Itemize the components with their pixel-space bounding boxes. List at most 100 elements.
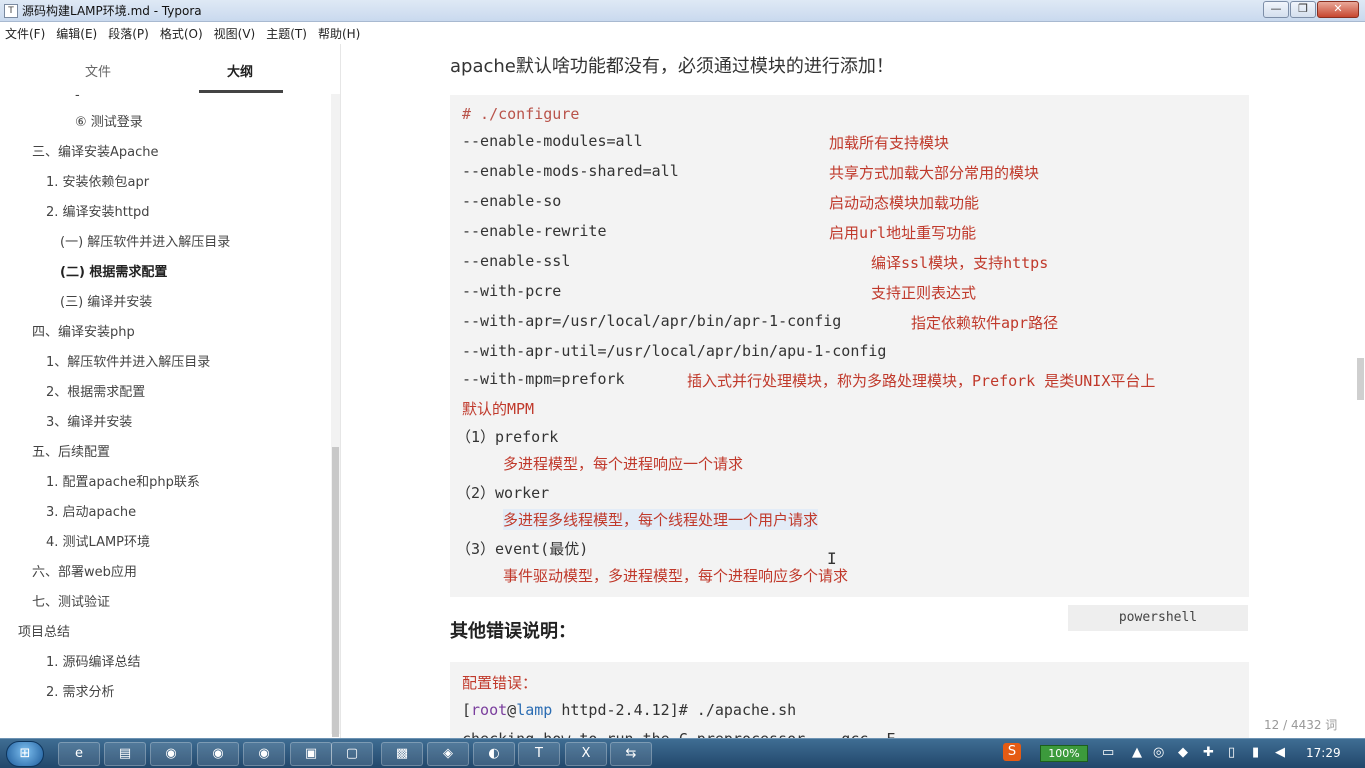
outline-item[interactable]: 3. 启动apache (46, 501, 136, 520)
sidebar: 文件 大纲 - ⑥ 测试登录三、编译安装Apache 1. 安装依赖包apr 2. 编… (0, 44, 399, 738)
code-comment: 启用url地址重写功能 (829, 224, 977, 242)
excel-icon[interactable]: X (565, 742, 607, 766)
code-comment: 事件驱动模型，多进程模型，每个进程响应多个请求 (503, 567, 849, 585)
word-count[interactable]: 12 / 4432 词 (1264, 716, 1337, 733)
code-line: 配置错误： (462, 674, 538, 692)
power-icon[interactable]: ▭ (1102, 745, 1114, 760)
signal-icon[interactable]: ▮ (1252, 745, 1259, 760)
code-comment: 编译ssl模块，支持https (871, 254, 1049, 272)
code-line: --enable-so (462, 192, 562, 210)
outline-item[interactable]: 1. 配置apache和php联系 (46, 471, 200, 490)
code-comment: 多进程模型，每个进程响应一个请求 (503, 455, 744, 473)
chrome-icon[interactable]: ◉ (197, 742, 239, 766)
editor-area[interactable]: apache默认啥功能都没有，必须通过模块的进行添加！ # ./configur… (341, 44, 1365, 738)
prompt-at: @ (507, 701, 517, 719)
outline-item[interactable]: 四、编译安装php (32, 321, 135, 340)
menu-item[interactable]: 主题(T) (266, 25, 307, 42)
start-button[interactable]: ⊞ (6, 741, 44, 767)
code-comment: 默认的MPM (462, 400, 535, 418)
battery-indicator[interactable]: 100% (1040, 745, 1088, 762)
menu-item[interactable]: 视图(V) (214, 25, 256, 42)
shield-icon[interactable]: ◆ (1178, 745, 1188, 760)
sidebar-scrollbar-thumb[interactable] (332, 447, 339, 737)
outline-item[interactable]: 2. 编译安装httpd (46, 201, 149, 220)
clock[interactable]: 17:29 (1306, 746, 1341, 760)
network-icon[interactable]: ◎ (1153, 745, 1164, 760)
menu-item[interactable]: 编辑(E) (56, 25, 97, 42)
sogou-ime-icon[interactable]: S (1003, 743, 1021, 761)
outline-item[interactable]: 1. 源码编译总结 (46, 651, 141, 670)
title-bar: T 源码构建LAMP环境.md - Typora — ❐ ✕ (0, 0, 1365, 22)
code-block-configure[interactable]: # ./configure --enable-modules=all 加载所有支持模… (450, 95, 1249, 597)
prompt-user: root (471, 701, 508, 719)
code-line: （1）prefork (456, 428, 559, 446)
chrome-icon[interactable]: ◉ (150, 742, 192, 766)
tab-outline[interactable]: 大纲 (227, 61, 253, 80)
app-icon[interactable]: ◐ (473, 742, 515, 766)
volume-icon[interactable]: ◀ (1275, 745, 1285, 760)
prompt-host: lamp (516, 701, 553, 719)
outline-item[interactable]: 五、后续配置 (32, 441, 110, 460)
typora-app-icon: T (4, 3, 18, 18)
app-icon[interactable]: ▣ (290, 742, 332, 766)
code-block-errors[interactable]: 配置错误： [root@lamp httpd-2.4.12]# ./apache… (450, 662, 1249, 738)
typora-icon[interactable]: T (518, 742, 560, 766)
explorer-icon[interactable]: ▤ (104, 742, 146, 766)
maximize-button[interactable]: ❐ (1290, 1, 1316, 18)
code-comment: 多进程多线程模型，每个线程处理一个用户请求 (503, 509, 819, 530)
section-heading: 其他错误说明： (450, 621, 576, 642)
menu-item[interactable]: 帮助(H) (318, 25, 360, 42)
code-line: checking how to run the C preprocessor..… (462, 730, 895, 738)
screen-recorder-icon[interactable]: ▩ (381, 742, 423, 766)
active-tab-indicator (199, 90, 283, 93)
window-controls: — ❐ ✕ (1263, 1, 1359, 18)
code-comment: 支持正则表达式 (871, 284, 977, 302)
update-icon[interactable]: ✚ (1203, 745, 1214, 760)
ie-icon[interactable]: e (58, 742, 100, 766)
code-comment: 插入式并行处理模块，称为多路处理模块，Prefork 是类UNIX平台上 (687, 372, 1156, 390)
menu-item[interactable]: 文件(F) (5, 25, 45, 42)
code-line: --enable-rewrite (462, 222, 607, 240)
show-hidden-icon[interactable]: ▲ (1132, 745, 1142, 760)
outline-item[interactable]: (一) 解压软件并进入解压目录 (60, 231, 230, 250)
code-line: --enable-modules=all (462, 132, 643, 150)
outline-item[interactable]: (二) 根据需求配置 (60, 261, 167, 280)
app-icon[interactable]: ◈ (427, 742, 469, 766)
code-line: （2）worker (456, 484, 550, 502)
clipboard-icon[interactable]: ▯ (1228, 745, 1235, 760)
outline-item[interactable]: 项目总结 (18, 621, 70, 640)
menu-item[interactable]: 格式(O) (160, 25, 203, 42)
editor-scrollbar-thumb[interactable] (1357, 358, 1364, 400)
intro-paragraph: apache默认啥功能都没有，必须通过模块的进行添加！ (450, 56, 894, 77)
outline-item[interactable]: 六、部署web应用 (32, 561, 137, 580)
minimize-button[interactable]: — (1263, 1, 1289, 18)
outline-item[interactable]: 1. 安装依赖包apr (46, 171, 149, 190)
app-icon[interactable]: ⇆ (610, 742, 652, 766)
code-line: --enable-ssl (462, 252, 571, 270)
code-comment: 启动动态模块加载功能 (829, 194, 980, 212)
taskbar: ⊞ e ▤ ◉ ◉ ◉ ▣ ▢ ▩ ◈ ◐ T X ⇆ S 100% ▭ ▲ ◎ ◆ ✚ ▯ ▮ ◀ 17:29 (0, 738, 1365, 768)
outline-item[interactable]: 三、编译安装Apache (32, 141, 159, 160)
close-button[interactable]: ✕ (1317, 1, 1359, 18)
outline-item[interactable]: 3、编译并安装 (46, 411, 132, 430)
outline-item[interactable]: (三) 编译并安装 (60, 291, 152, 310)
outline-item[interactable]: ⑥ 测试登录 (75, 111, 143, 130)
firefox-icon[interactable]: ◉ (243, 742, 285, 766)
outline-item[interactable]: 七、测试验证 (32, 591, 110, 610)
menu-item[interactable]: 段落(P) (108, 25, 149, 42)
code-line: --with-apr-util=/usr/local/apr/bin/apu-1… (462, 342, 887, 360)
code-comment: 指定依赖软件apr路径 (911, 314, 1059, 332)
code-language-label[interactable]: powershell (1068, 605, 1248, 631)
outline-item[interactable]: 2、根据需求配置 (46, 381, 145, 400)
outline-list: - ⑥ 测试登录三、编译安装Apache 1. 安装依赖包apr 2. 编译安装htt… (0, 94, 330, 714)
outline-item[interactable]: - (75, 94, 80, 103)
code-line: # ./configure (462, 105, 580, 123)
outline-item[interactable]: 2. 需求分析 (46, 681, 115, 700)
app-icon[interactable]: ▢ (331, 742, 373, 766)
sidebar-tabs: 文件 大纲 (0, 44, 330, 94)
outline-item[interactable]: 1、解压软件并进入解压目录 (46, 351, 210, 370)
outline-item[interactable]: 4. 测试LAMP环境 (46, 531, 150, 550)
menu-bar: 文件(F) 编辑(E) 段落(P) 格式(O) 视图(V) 主题(T) 帮助(H) (0, 22, 1365, 44)
tab-files[interactable]: 文件 (85, 61, 111, 80)
window-title: 源码构建LAMP环境.md - Typora (22, 4, 202, 18)
